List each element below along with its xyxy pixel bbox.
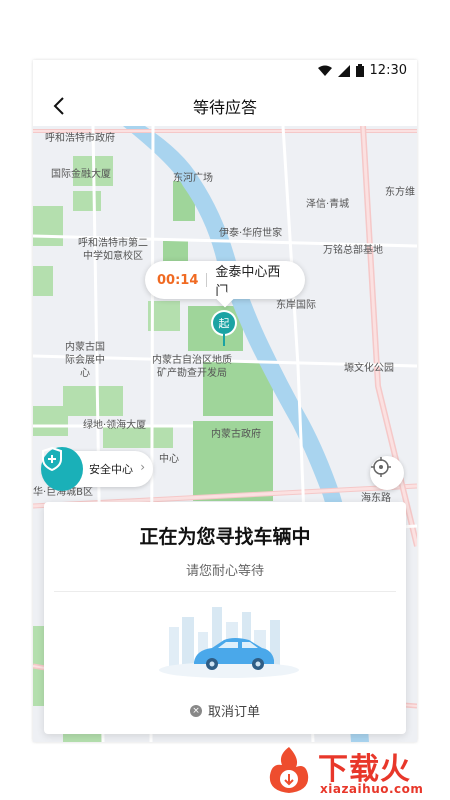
map-label-wanming: 万铭总部基地 [323, 245, 383, 256]
status-bar: 12:30 [33, 60, 417, 84]
locate-icon [371, 457, 391, 477]
searching-subtitle: 请您耐心等待 [185, 564, 264, 579]
card-divider [54, 591, 396, 592]
pickup-bubble: 00:14 金泰中心西门 [145, 261, 305, 299]
map-label-donghe-square: 东河广场 [173, 173, 213, 184]
map-label-nmg-intl-expo: 内蒙古国际会展中心 [65, 342, 105, 379]
bubble-divider [206, 273, 208, 287]
safety-center-button[interactable]: 安全中心 › [41, 447, 153, 491]
map-label-intl-finance: 国际金融大厦 [51, 169, 111, 180]
map-label-hhht-gov: 呼和浩特市政府 [45, 133, 115, 144]
page-title: 等待应答 [192, 98, 257, 117]
map-label-nmg-mineral: 内蒙古自治区地质矿产勘查开发局 [152, 355, 232, 379]
map-label-lvdi-linghai: 绿地·领海大厦 [83, 420, 147, 431]
status-time: 12:30 [369, 63, 407, 78]
map-label-nmg-gov: 内蒙古政府 [211, 429, 261, 440]
flame-logo-icon [269, 747, 309, 793]
wifi-icon [317, 65, 332, 76]
pickup-place: 金泰中心西门 [215, 265, 281, 299]
map-label-yuanwenhua-park: 塬文化公园 [344, 363, 394, 374]
map-label-dongan-intl: 东岸国际 [276, 300, 316, 311]
cancel-order-label: 取消订单 [207, 705, 260, 720]
car-city-illustration [159, 607, 299, 678]
locate-button[interactable] [370, 456, 404, 490]
safety-center-label: 安全中心 [89, 463, 133, 476]
map-label-dongfangwei: 东方维 [385, 187, 415, 198]
searching-card: 正在为您寻找车辆中 请您耐心等待 × 取消订单 [44, 502, 406, 734]
status-icons: 12:30 [317, 63, 407, 78]
cancel-order-button[interactable]: × 取消订单 [44, 701, 406, 720]
brand-url: xiazaihuo.com [320, 782, 424, 796]
start-pin: 起 [213, 312, 235, 334]
watermark: 下载火 xiazaihuo.com [262, 742, 450, 800]
map-label-hudong-center: 中心 [159, 454, 179, 465]
start-pin-stem [223, 334, 225, 346]
chevron-right-icon: › [140, 460, 145, 474]
close-icon: × [189, 704, 202, 717]
nav-bar: 等待应答 [33, 84, 417, 126]
signal-icon [337, 64, 350, 77]
shield-icon [41, 447, 83, 491]
map-label-zefu-qingcheng: 泽信·青城 [306, 199, 350, 210]
map-label-hhht-school: 呼和浩特市第二中学如意校区 [78, 238, 148, 262]
map-label-yitai-huafu: 伊泰·华府世家 [219, 228, 283, 239]
phone-screen: 12:30 等待应答 呼和浩特市政府 国际金融大厦 东河广场 泽信·青城 东方维… [33, 60, 417, 742]
wait-timer: 00:14 [157, 272, 199, 288]
battery-icon [355, 64, 364, 77]
searching-title: 正在为您寻找车辆中 [139, 526, 311, 548]
